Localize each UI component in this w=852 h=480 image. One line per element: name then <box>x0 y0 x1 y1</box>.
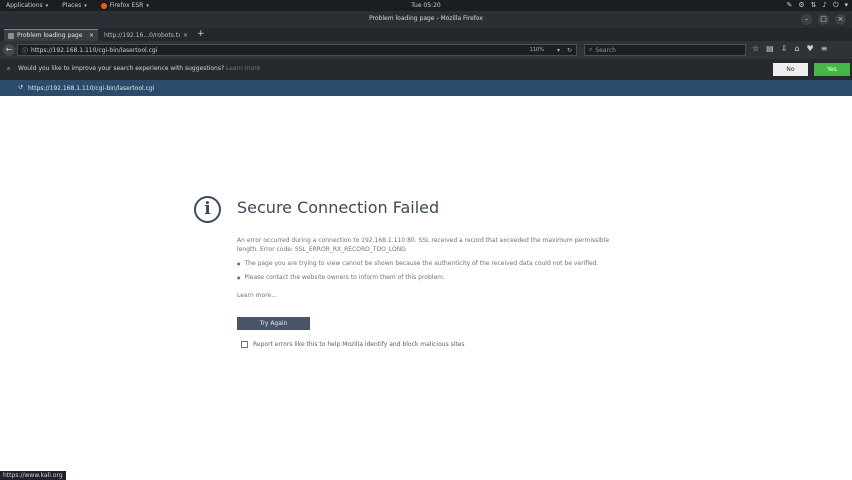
list-item: Please contact the website owners to inf… <box>237 274 637 281</box>
info-icon[interactable]: ⓘ <box>22 46 28 55</box>
reader-list-icon[interactable]: ▤ <box>766 44 774 53</box>
yes-button[interactable]: Yes <box>814 63 850 76</box>
error-description: An error occurred during a connection to… <box>237 237 610 253</box>
network-icon[interactable]: ⇅ <box>811 1 817 10</box>
chevron-down-icon[interactable]: ▾ <box>844 1 848 10</box>
status-link-preview: https://www.kali.org <box>0 471 66 480</box>
volume-icon[interactable]: ♪ <box>822 1 826 10</box>
home-icon[interactable]: ⌂ <box>794 44 799 53</box>
active-app-menu[interactable]: Firefox ESR ▾ <box>100 2 149 9</box>
menu-hamburger-icon[interactable]: ≡ <box>821 44 828 53</box>
new-tab-icon[interactable]: + <box>197 29 205 39</box>
report-label: Report errors like this to help Mozilla … <box>253 341 465 348</box>
search-placeholder: Search <box>595 46 616 54</box>
downloads-icon[interactable]: ⇩ <box>781 44 788 53</box>
report-errors-option[interactable]: Report errors like this to help Mozilla … <box>241 341 465 348</box>
window-title: Problem loading page - Mozilla Firefox <box>369 15 483 22</box>
tab-label: Problem loading page <box>17 32 83 39</box>
chevron-down-icon: ▾ <box>45 2 49 9</box>
no-button[interactable]: No <box>773 63 808 76</box>
active-app-label: Firefox ESR <box>109 2 144 9</box>
close-icon[interactable]: × <box>835 14 846 25</box>
info-circle-icon: i <box>194 196 221 223</box>
chevron-down-icon: ▾ <box>84 2 87 9</box>
zoom-level[interactable]: 110% <box>530 47 544 53</box>
minimize-icon[interactable]: – <box>801 14 812 25</box>
chevron-down-icon: ▾ <box>146 2 149 9</box>
url-text[interactable]: https://192.168.1.110/cgi-bin/lasertool.… <box>31 47 527 54</box>
accessibility-icon[interactable]: ⚙ <box>798 1 804 10</box>
power-icon[interactable]: ⏻ <box>833 1 839 10</box>
window-titlebar: Problem loading page - Mozilla Firefox –… <box>0 11 852 28</box>
tab-robots[interactable]: http://192.16...0/robots.txt × <box>100 29 192 41</box>
search-bar[interactable]: ⌕ Search <box>584 44 746 56</box>
search-suggestion-prompt: ⌕ Would you like to improve your search … <box>0 59 852 80</box>
error-title: Secure Connection Failed <box>237 198 440 217</box>
tab-strip: Problem loading page × http://192.16...0… <box>0 28 852 41</box>
suggestion-url: https://192.168.1.110/cgi-bin/lasertool.… <box>28 85 155 92</box>
places-label: Places <box>62 2 82 9</box>
suggestion-question: Would you like to improve your search ex… <box>18 65 225 72</box>
error-bullet-list: The page you are trying to view cannot b… <box>237 260 637 288</box>
learn-more-link[interactable]: Learn more <box>226 65 260 72</box>
applications-menu[interactable]: Applications ▾ <box>6 2 48 9</box>
places-menu[interactable]: Places ▾ <box>62 2 87 9</box>
close-tab-icon[interactable]: × <box>89 32 94 39</box>
search-icon: ⌕ <box>589 46 593 53</box>
maximize-icon[interactable]: □ <box>818 14 829 25</box>
bookmark-star-icon[interactable]: ☆ <box>752 44 759 53</box>
tab-problem-loading[interactable]: Problem loading page × <box>4 29 98 41</box>
tab-label: http://192.16...0/robots.txt <box>104 31 180 39</box>
back-arrow-icon[interactable]: ← <box>3 44 15 56</box>
list-item: The page you are trying to view cannot b… <box>237 260 637 267</box>
pocket-icon[interactable]: ♥ <box>807 44 814 53</box>
refresh-icon: ↺ <box>18 84 24 91</box>
url-bar[interactable]: ⓘ https://192.168.1.110/cgi-bin/lasertoo… <box>17 44 577 56</box>
report-checkbox[interactable] <box>241 341 248 348</box>
warning-favicon-icon <box>8 32 14 39</box>
search-icon: ⌕ <box>7 65 11 72</box>
applications-label: Applications <box>6 2 43 9</box>
reload-icon[interactable]: ↻ <box>567 47 572 54</box>
url-suggestion-row[interactable]: ↺ https://192.168.1.110/cgi-bin/lasertoo… <box>0 80 852 96</box>
gnome-top-panel: Applications ▾ Places ▾ Firefox ESR ▾ Tu… <box>0 0 852 11</box>
navigation-toolbar: ← ⓘ https://192.168.1.110/cgi-bin/lasert… <box>0 41 852 59</box>
close-tab-icon[interactable]: × <box>183 32 188 39</box>
pen-icon[interactable]: ✎ <box>786 1 792 10</box>
dropdown-arrow-icon[interactable]: ▾ <box>557 47 560 54</box>
firefox-icon <box>100 2 107 9</box>
try-again-button[interactable]: Try Again <box>237 317 310 330</box>
learn-more-link[interactable]: Learn more... <box>237 292 277 299</box>
